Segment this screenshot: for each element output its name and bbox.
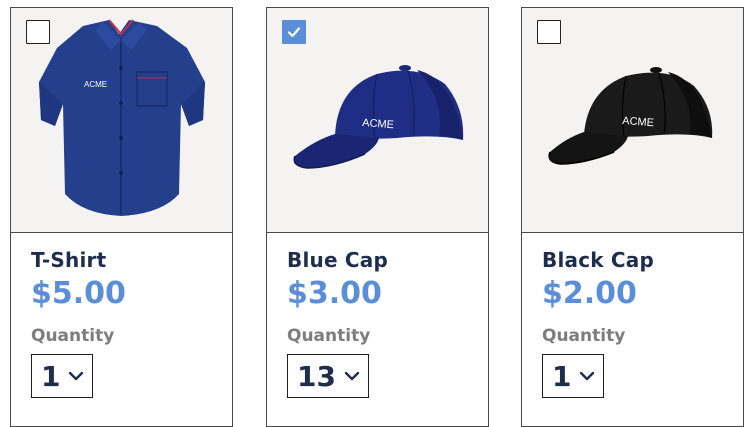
quantity-select[interactable]: 1	[542, 354, 605, 398]
product-image-area: ACME	[522, 8, 743, 233]
chevron-down-icon	[68, 371, 84, 381]
cap-logo-text: ACME	[362, 117, 395, 131]
quantity-label: Quantity	[31, 326, 115, 346]
product-image-area: ACME	[11, 8, 232, 233]
chevron-down-icon	[579, 371, 595, 381]
product-name: T-Shirt	[31, 248, 107, 272]
shirt-logo-text: ACME	[84, 80, 107, 89]
product-name: Black Cap	[542, 248, 655, 272]
product-name: Blue Cap	[287, 248, 388, 272]
quantity-value: 13	[297, 359, 336, 393]
select-checkbox[interactable]	[537, 20, 561, 44]
cap-logo-text: ACME	[622, 115, 655, 129]
quantity-select[interactable]: 1	[31, 354, 94, 398]
product-price: $3.00	[287, 276, 382, 311]
product-card-tshirt[interactable]: ACME T-Shirt $5.00 Quantity 1	[10, 7, 233, 427]
product-image-area: ACME	[267, 8, 488, 233]
product-price: $5.00	[31, 276, 126, 311]
select-checkbox[interactable]	[26, 20, 50, 44]
product-card-blue-cap[interactable]: ACME Blue Cap $3.00 Quantity 13	[266, 7, 489, 427]
product-price: $2.00	[542, 276, 637, 311]
product-card-black-cap[interactable]: ACME Black Cap $2.00 Quantity 1	[521, 7, 744, 427]
select-checkbox[interactable]	[282, 20, 306, 44]
quantity-label: Quantity	[542, 326, 626, 346]
quantity-label: Quantity	[287, 326, 371, 346]
quantity-value: 1	[552, 359, 572, 393]
quantity-value: 1	[41, 359, 61, 393]
quantity-select[interactable]: 13	[287, 354, 369, 398]
chevron-down-icon	[344, 371, 360, 381]
